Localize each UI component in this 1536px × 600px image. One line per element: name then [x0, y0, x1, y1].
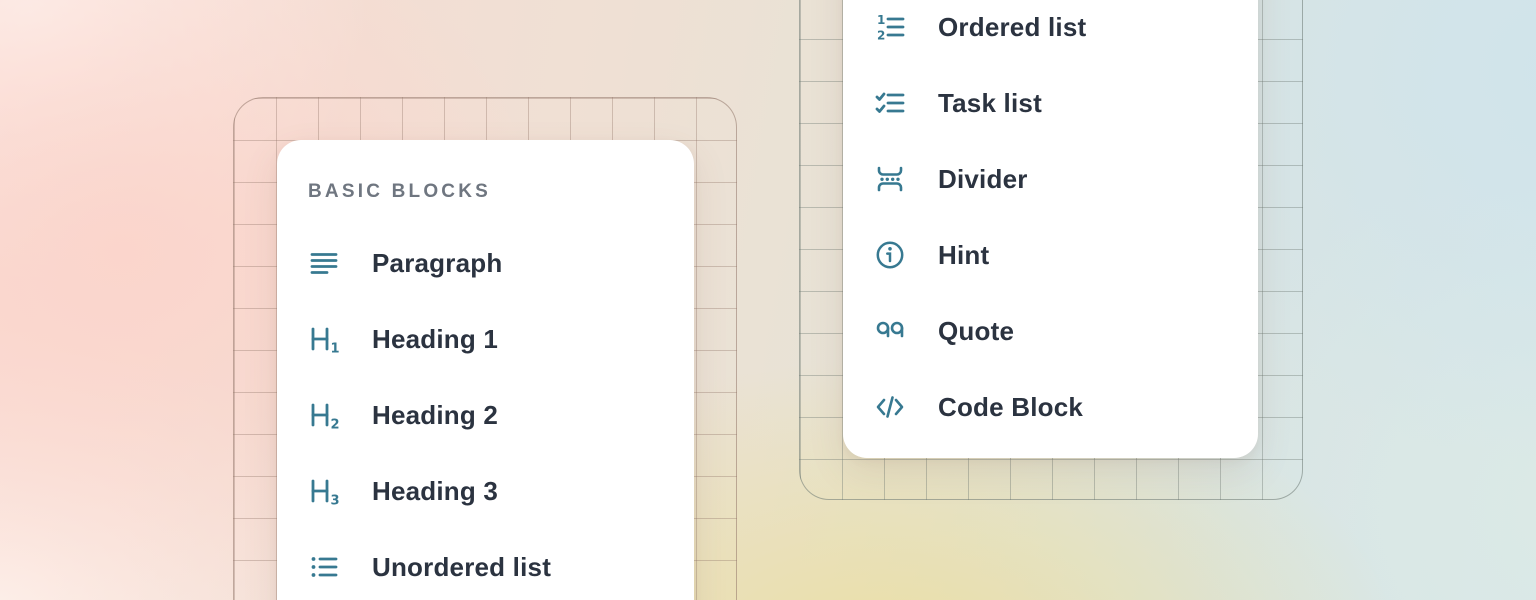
- svg-text:3: 3: [331, 494, 340, 508]
- menu-item-list: 12 Ordered list Task list Divider Hint Quote C…: [843, 0, 1258, 445]
- menu-item-label: Divider: [938, 164, 1028, 195]
- code-block-icon: [874, 391, 906, 423]
- menu-item-heading-1[interactable]: 1 Heading 1: [277, 301, 694, 377]
- heading-1-icon: 1: [308, 323, 340, 355]
- menu-item-paragraph[interactable]: Paragraph: [277, 225, 694, 301]
- menu-item-heading-3[interactable]: 3 Heading 3: [277, 453, 694, 529]
- hint-icon: [874, 239, 906, 271]
- svg-text:2: 2: [877, 28, 885, 42]
- menu-item-label: Hint: [938, 240, 989, 271]
- menu-item-label: Heading 1: [372, 324, 498, 355]
- menu-section-header: BASIC BLOCKS: [308, 180, 694, 204]
- menu-item-hint[interactable]: Hint: [843, 217, 1258, 293]
- ordered-list-icon: 12: [874, 11, 906, 43]
- menu-item-label: Heading 2: [372, 400, 498, 431]
- heading-2-icon: 2: [308, 399, 340, 431]
- menu-item-label: Task list: [938, 88, 1042, 119]
- blocks-menu-continued: 12 Ordered list Task list Divider Hint Quote C…: [843, 0, 1258, 458]
- menu-item-unordered-list[interactable]: Unordered list: [277, 529, 694, 600]
- quote-icon: [874, 315, 906, 347]
- menu-item-label: Heading 3: [372, 476, 498, 507]
- basic-blocks-menu: BASIC BLOCKS Paragraph 1 Heading 1 2 Heading…: [277, 140, 694, 600]
- svg-text:1: 1: [331, 342, 340, 356]
- menu-item-label: Paragraph: [372, 248, 502, 279]
- menu-item-label: Ordered list: [938, 12, 1086, 43]
- menu-item-task-list[interactable]: Task list: [843, 65, 1258, 141]
- unordered-list-icon: [308, 551, 340, 583]
- menu-item-label: Code Block: [938, 392, 1083, 423]
- heading-3-icon: 3: [308, 475, 340, 507]
- menu-item-heading-2[interactable]: 2 Heading 2: [277, 377, 694, 453]
- paragraph-icon: [308, 247, 340, 279]
- menu-item-label: Quote: [938, 316, 1014, 347]
- menu-item-code-block[interactable]: Code Block: [843, 369, 1258, 445]
- page-background: BASIC BLOCKS Paragraph 1 Heading 1 2 Heading…: [0, 0, 1536, 600]
- menu-item-ordered-list[interactable]: 12 Ordered list: [843, 0, 1258, 65]
- menu-item-list: Paragraph 1 Heading 1 2 Heading 2 3 Heading 3 U…: [277, 225, 694, 600]
- svg-text:2: 2: [331, 418, 340, 432]
- menu-item-quote[interactable]: Quote: [843, 293, 1258, 369]
- divider-icon: [874, 163, 906, 195]
- menu-item-label: Unordered list: [372, 552, 551, 583]
- svg-text:1: 1: [877, 13, 885, 27]
- menu-item-divider[interactable]: Divider: [843, 141, 1258, 217]
- task-list-icon: [874, 87, 906, 119]
